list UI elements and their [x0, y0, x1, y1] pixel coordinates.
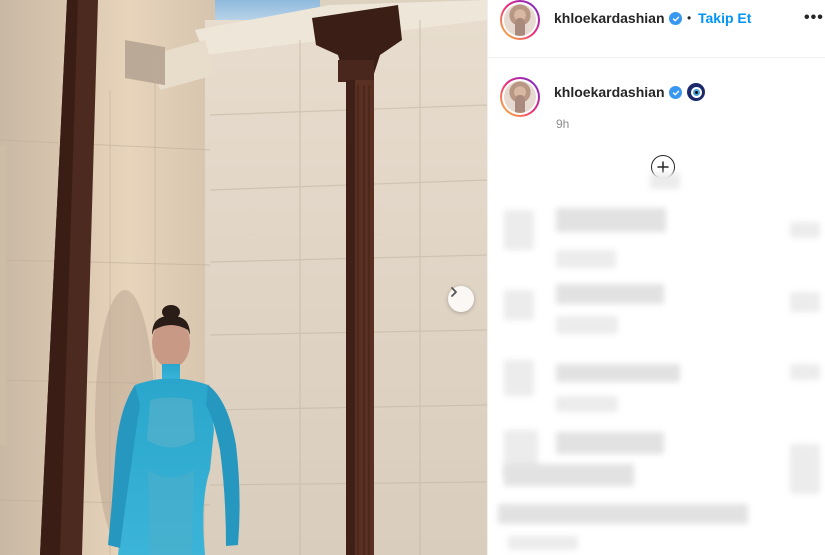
verified-badge-icon — [669, 86, 682, 99]
header-username[interactable]: khloekardashian — [554, 10, 665, 26]
comment-avatar-blur — [504, 290, 534, 320]
comment-like-blur — [790, 292, 820, 312]
post-header: khloekardashian • Takip Et ••• — [488, 0, 825, 58]
verified-badge-icon — [669, 12, 682, 25]
post-photo[interactable] — [0, 0, 487, 555]
avatar[interactable] — [500, 0, 540, 40]
comment-meta-blur — [556, 250, 616, 268]
comment-text-blur — [498, 504, 748, 524]
next-photo-button[interactable] — [448, 286, 474, 312]
post-image — [0, 0, 487, 555]
post-time: 9h — [556, 117, 570, 131]
comment-avatar-blur — [504, 210, 534, 250]
blurred-region — [650, 173, 680, 189]
comment-meta-blur — [508, 536, 578, 550]
separator-dot: • — [687, 11, 692, 25]
comment-text-blur — [556, 432, 664, 454]
comment-meta-blur — [556, 396, 618, 412]
comment-like-blur — [790, 364, 820, 380]
caption-avatar[interactable] — [500, 77, 540, 117]
comment-text-blur — [556, 364, 680, 382]
plus-circle-icon — [657, 161, 669, 173]
more-options-icon[interactable]: ••• — [804, 9, 824, 27]
comment-avatar-blur — [504, 360, 534, 396]
post-side-panel: khloekardashian • Takip Et ••• khloekard… — [487, 0, 825, 555]
comment-text-blur — [556, 284, 664, 304]
comment-like-blur — [790, 444, 820, 494]
comment-text-blur — [556, 208, 666, 232]
comment-text-blur — [504, 464, 634, 486]
comment-meta-blur — [556, 316, 618, 334]
nazar-evil-eye-icon — [687, 83, 705, 101]
follow-button[interactable]: Takip Et — [698, 10, 751, 26]
comment-like-blur — [790, 222, 820, 238]
chevron-right-icon — [451, 287, 457, 297]
caption-username[interactable]: khloekardashian — [554, 84, 665, 100]
